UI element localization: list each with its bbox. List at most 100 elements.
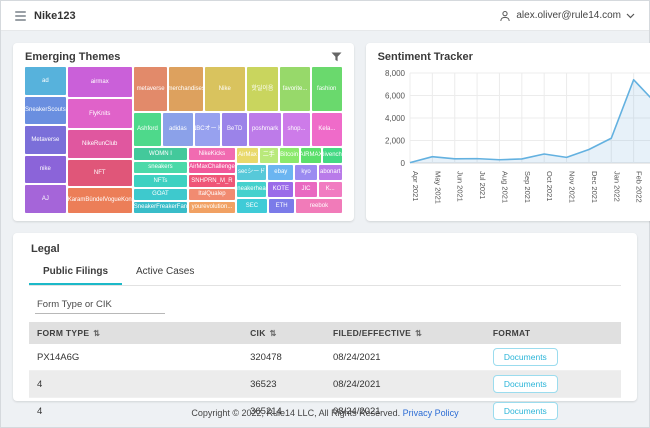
sort-icon[interactable]: ⇅ [415,329,422,338]
treemap-tile[interactable]: shop... [283,113,310,146]
treemap-tile[interactable]: NFTs [134,175,187,186]
treemap-tile[interactable]: Metaverse [25,126,66,154]
treemap-tile[interactable]: Kela... [312,113,341,146]
treemap-tile[interactable]: Ashford [134,113,161,146]
treemap-tile[interactable]: ebay [268,165,293,180]
x-tick-label: Jun 2021 [455,171,464,202]
treemap-tile[interactable]: NFT [68,160,132,186]
treemap-group: secシードebaykyoabonart [237,165,342,180]
treemap-tile[interactable]: secシード [237,165,267,180]
treemap-tile[interactable]: BeTD [222,113,247,146]
treemap-tile[interactable]: nike [25,156,66,184]
sentiment-tracker-header: Sentiment Tracker [378,51,650,63]
treemap-group: WOMN I sneakers NFTs GOAT SneakerFreakerFan N… [134,148,342,213]
y-tick-label: 4,000 [385,114,406,123]
sentiment-chart: 02,0004,0006,0008,000Apr 2021May 2021Jun… [378,67,650,215]
emerging-themes-title: Emerging Themes [25,51,120,63]
sentiment-tracker-title: Sentiment Tracker [378,51,473,63]
treemap-tile[interactable]: metaverse [134,67,168,111]
treemap-tile[interactable]: 二手 [260,148,277,163]
search-wrap [29,286,621,322]
treemap-tile[interactable]: 핫딜이음 [247,67,279,111]
filter-icon[interactable] [331,52,342,62]
treemap-tile[interactable]: sneakers [134,162,187,173]
y-tick-label: 6,000 [385,92,406,101]
treemap-tile[interactable]: Bitcoin [280,148,299,163]
treemap-tile[interactable]: NikeRunClub [68,130,132,158]
format-cell: Documents [485,344,621,371]
table-header-row: FORM TYPE⇅CIK⇅FILED/EFFECTIVE⇅FORMAT [29,322,621,344]
chevron-down-icon [626,12,635,19]
y-tick-label: 8,000 [385,69,406,78]
treemap-tile[interactable]: fashion [312,67,342,111]
tab-active-cases[interactable]: Active Cases [122,261,208,285]
treemap-tile[interactable]: NikeKicks [189,148,235,160]
treemap-tile[interactable]: GOAT [134,189,187,200]
treemap-tile[interactable]: FlyKnits [68,99,132,128]
treemap-tile[interactable]: SneakerFreakerFan [134,202,187,213]
treemap-tile[interactable]: merchandises [169,67,203,111]
sort-icon[interactable]: ⇅ [270,329,277,338]
treemap-group: metaversemerchandisesNike핫딜이음favorite...… [134,67,342,213]
treemap-tile[interactable]: NBCオート [195,113,220,146]
column-header-form-type[interactable]: FORM TYPE⇅ [29,322,242,344]
treemap-tile[interactable]: K... [319,182,342,197]
top-cards-row: Emerging Themes adSneakerScoutsMetaverse… [13,43,637,221]
treemap-tile[interactable]: airmax [68,67,132,97]
legal-title: Legal [31,243,621,255]
documents-button[interactable]: Documents [493,348,558,366]
treemap-tile[interactable]: sneakerhead [237,182,267,197]
treemap-tile[interactable]: KOTE [268,182,293,197]
treemap-tile[interactable]: ItalQualep [189,189,235,200]
treemap-tile[interactable]: ad [25,67,66,95]
treemap-tile[interactable]: yourevolution... [189,202,235,213]
treemap-tile[interactable]: JIC [295,182,317,197]
treemap-tile[interactable]: ETH [269,199,294,213]
privacy-policy-link[interactable]: Privacy Policy [403,408,459,418]
cik-cell: 320478 [242,344,325,371]
treemap-tile[interactable]: SNHPRN_M_R [189,175,235,186]
treemap-tile[interactable]: favorite... [280,67,310,111]
treemap-tile[interactable]: kyo [295,165,317,180]
treemap-tile[interactable]: AJ [25,185,66,213]
documents-button[interactable]: Documents [493,402,558,420]
treemap-tile[interactable]: SneakerScouts [25,97,66,125]
user-icon [499,10,511,22]
x-tick-label: Jul 2021 [478,171,487,199]
treemap-tile[interactable]: reebok [296,199,341,213]
user-menu[interactable]: alex.oliver@rule14.com [499,10,635,22]
emerging-themes-header: Emerging Themes [25,51,342,63]
treemap-tile[interactable]: adidas [163,113,192,146]
topbar: Nike123 alex.oliver@rule14.com [1,1,649,31]
treemap-tile[interactable]: Nike [205,67,245,111]
filed-effective-cell: 08/24/2021 [325,344,485,371]
treemap-group: WOMN I sneakers NFTs GOAT SneakerFreakerFan [134,148,187,213]
menu-icon[interactable] [15,11,26,21]
treemap-group: metaversemerchandisesNike핫딜이음favorite...… [134,67,342,111]
treemap-tile[interactable]: WOMN I [134,148,187,160]
user-email: alex.oliver@rule14.com [516,10,621,21]
treemap-group: AshfordadidasNBCオートBeTDposhmarkshop...Ke… [134,113,342,146]
treemap-tile[interactable]: AirMax [237,148,258,163]
treemap-tile[interactable]: poshmark [249,113,280,146]
format-cell: Documents [485,371,621,398]
treemap-tile[interactable]: Givenchy [323,148,341,163]
treemap-group: AirMax二手BitcoinAIRMAXGivenchy secシードebayk… [237,148,342,213]
treemap-tile[interactable]: KaramBündelVogueKon [68,188,132,213]
legal-card: Legal Public FilingsActive Cases FORM TY… [13,233,637,401]
page-body: Emerging Themes adSneakerScoutsMetaverse… [1,31,649,428]
documents-button[interactable]: Documents [493,375,558,393]
form-type-cell: PX14A6G [29,344,242,371]
tab-public-filings[interactable]: Public Filings [29,261,122,285]
form-type-cell: 4 [29,371,242,398]
column-header-filed-effective[interactable]: FILED/EFFECTIVE⇅ [325,322,485,344]
column-header-cik[interactable]: CIK⇅ [242,322,325,344]
y-tick-label: 2,000 [385,137,406,146]
treemap-tile[interactable]: abonart [319,165,342,180]
form-type-cik-input[interactable] [35,296,165,314]
treemap-tile[interactable]: AIRMAX [301,148,321,163]
treemap-tile[interactable]: SEC [237,199,267,213]
sort-icon[interactable]: ⇅ [93,329,100,338]
x-tick-label: Oct 2021 [545,171,554,201]
treemap-tile[interactable]: AirMaxChallenge [189,162,235,173]
